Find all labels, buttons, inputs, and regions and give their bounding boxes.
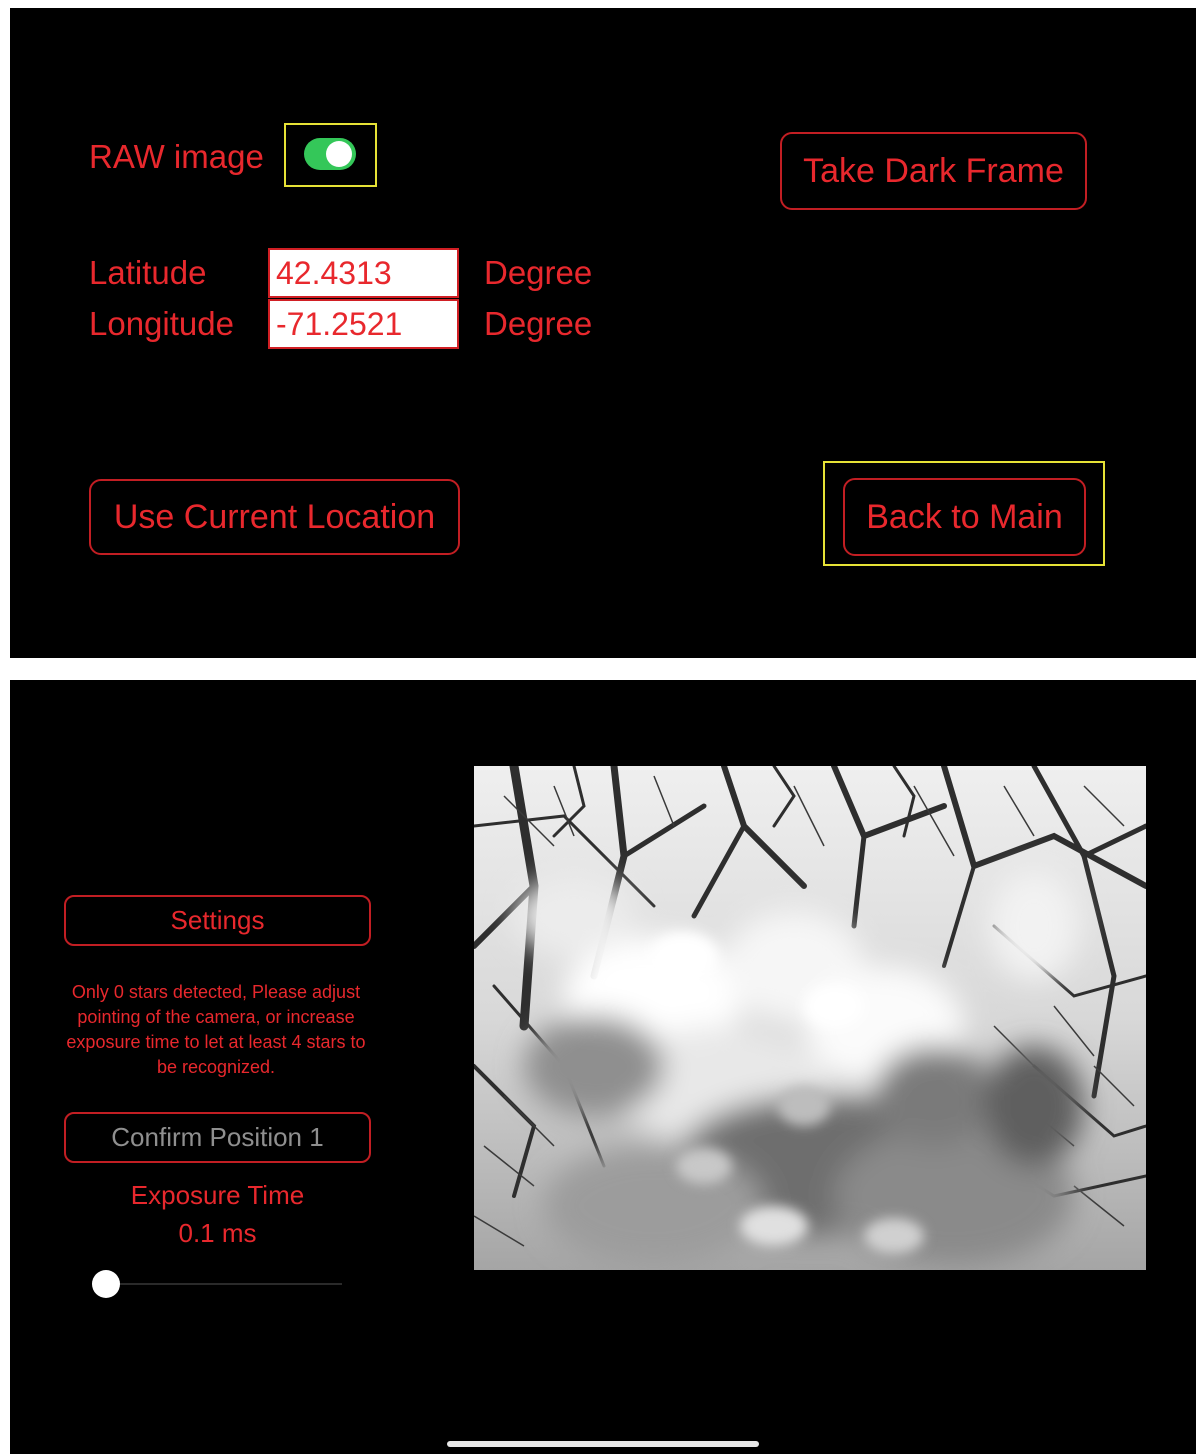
status-message: Only 0 stars detected, Please adjust poi… <box>66 982 366 1077</box>
take-dark-frame-button[interactable]: Take Dark Frame <box>780 132 1087 210</box>
home-indicator <box>447 1441 759 1447</box>
longitude-value: -71.2521 <box>276 305 403 342</box>
latitude-unit: Degree <box>484 254 593 291</box>
latitude-input[interactable]: 42.4313 <box>268 248 459 298</box>
latitude-value: 42.4313 <box>276 254 392 291</box>
toggle-knob <box>326 141 352 167</box>
camera-preview-image <box>474 766 1146 1270</box>
use-current-location-button[interactable]: Use Current Location <box>89 479 460 555</box>
settings-screen: RAW image Take Dark Frame Latitude 42.43… <box>10 8 1196 658</box>
latitude-label: Latitude <box>89 254 207 291</box>
confirm-position-button[interactable]: Confirm Position 1 <box>64 1112 371 1163</box>
longitude-input[interactable]: -71.2521 <box>268 299 459 349</box>
exposure-time-label: Exposure Time <box>130 1180 305 1210</box>
exposure-slider-thumb[interactable] <box>92 1270 120 1298</box>
exposure-time-value: 0.1 ms <box>178 1218 257 1248</box>
raw-image-toggle[interactable] <box>304 138 356 170</box>
longitude-label: Longitude <box>89 305 234 342</box>
exposure-slider-track[interactable] <box>106 1283 342 1285</box>
back-to-main-button[interactable]: Back to Main <box>843 478 1086 556</box>
main-screen: Settings Only 0 stars detected, Please a… <box>10 680 1196 1454</box>
longitude-unit: Degree <box>484 305 593 342</box>
settings-button[interactable]: Settings <box>64 895 371 946</box>
camera-preview <box>474 766 1146 1270</box>
raw-image-label: RAW image <box>89 138 264 175</box>
